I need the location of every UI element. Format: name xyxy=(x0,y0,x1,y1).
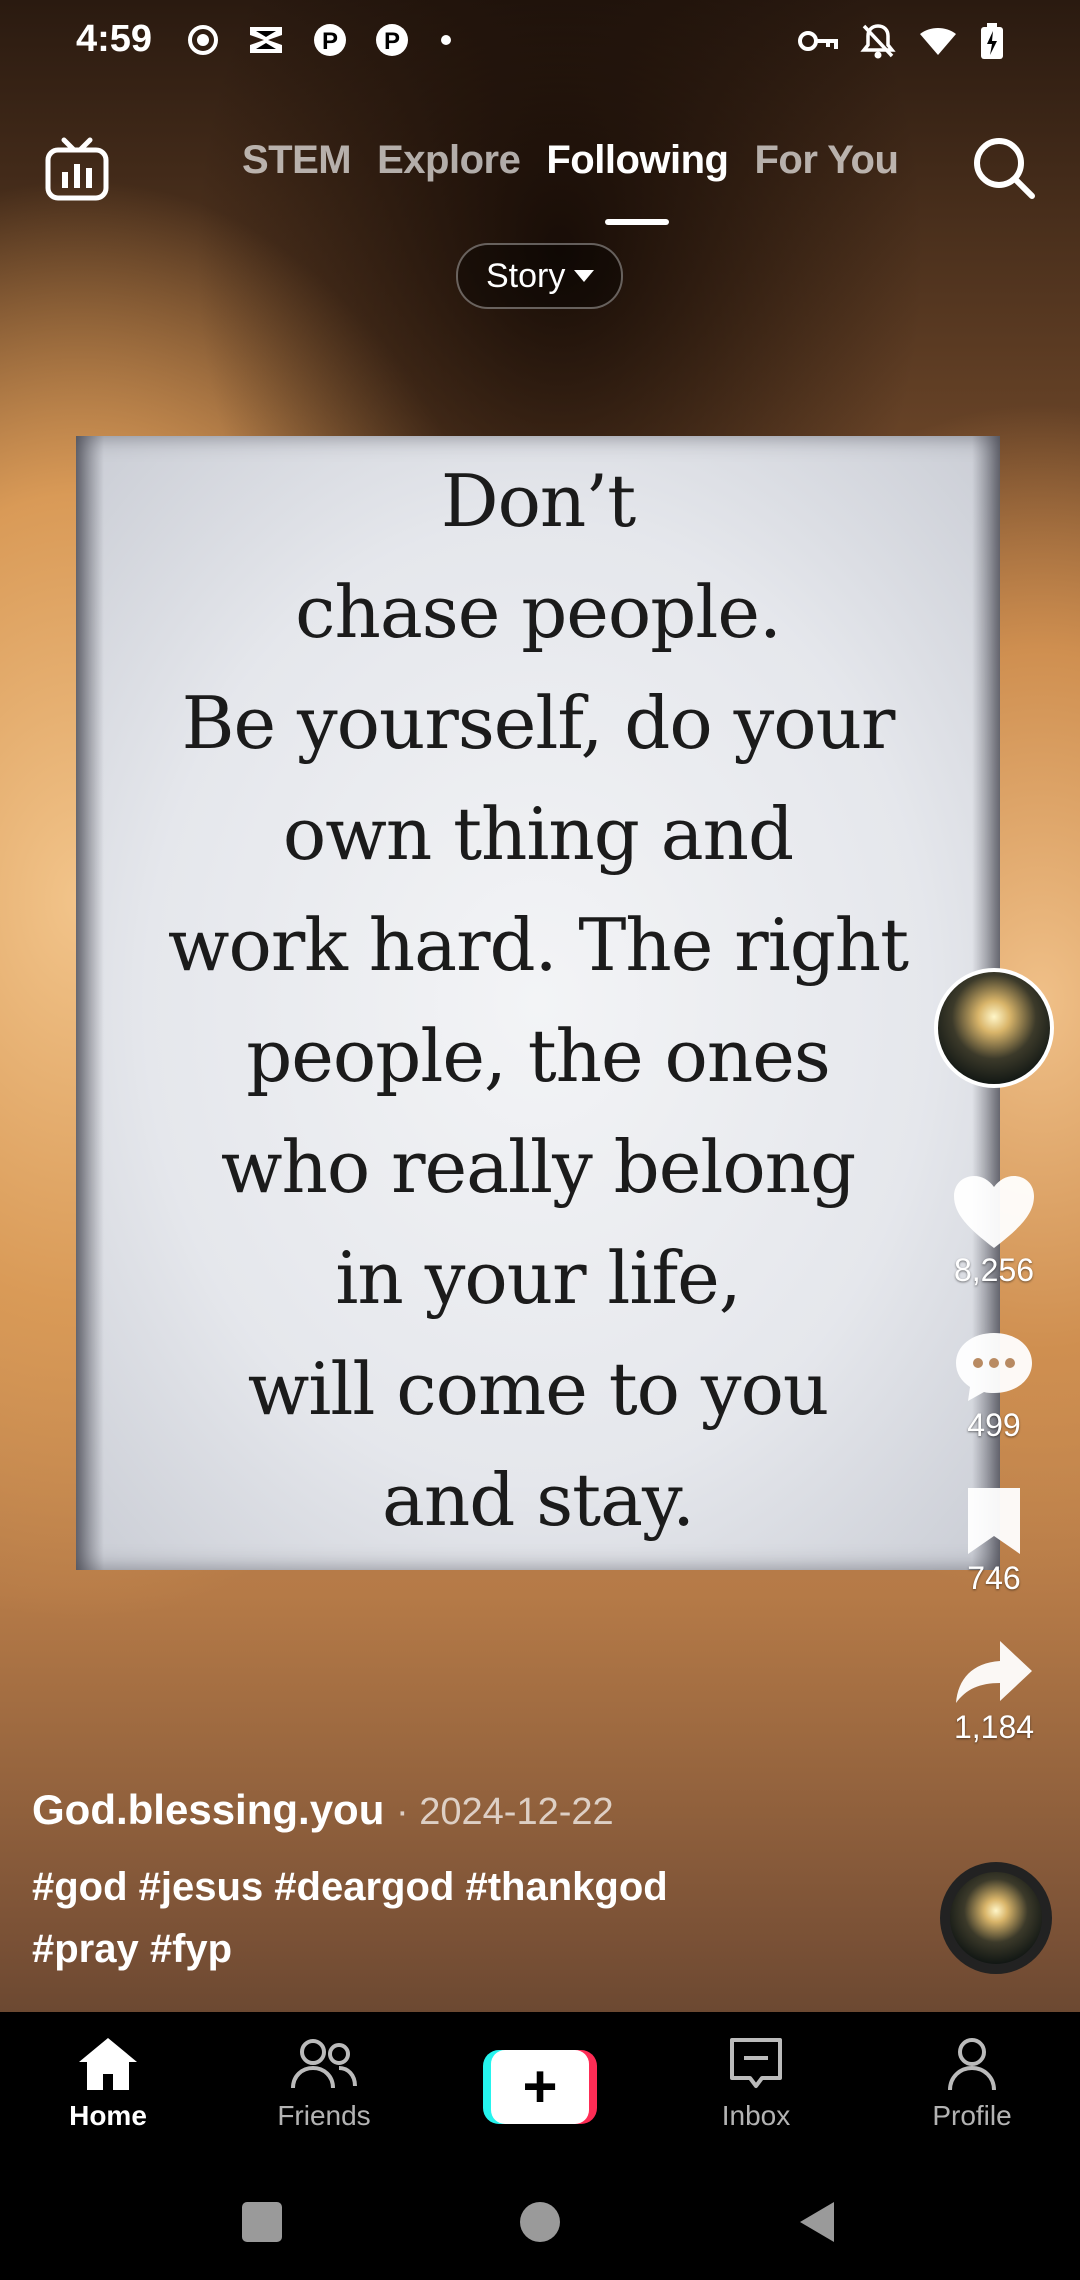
post-date: · 2024-12-22 xyxy=(396,1791,614,1833)
plus-icon: + xyxy=(491,2050,589,2124)
top-navigation: STEM Explore Following For You xyxy=(0,130,1080,220)
creator-avatar[interactable] xyxy=(934,968,1054,1088)
tab-following[interactable]: Following xyxy=(546,138,729,183)
feed-tabs: STEM Explore Following For You xyxy=(242,138,899,183)
dot-icon xyxy=(436,30,456,55)
live-tv-button[interactable] xyxy=(42,134,112,204)
status-bar: 4:59 P P xyxy=(0,0,1080,90)
inbox-icon xyxy=(730,2038,782,2088)
share-button[interactable]: 1,184 xyxy=(954,1637,1034,1746)
quote-text: Don’t chase people. Be yourself, do your… xyxy=(167,459,909,1542)
back-button[interactable] xyxy=(796,2200,836,2249)
recents-icon xyxy=(242,2202,282,2242)
tab-stem[interactable]: STEM xyxy=(242,138,352,183)
tab-explore[interactable]: Explore xyxy=(377,138,521,183)
profile-icon xyxy=(948,2038,996,2091)
friends-icon xyxy=(291,2039,357,2089)
wifi-icon xyxy=(918,25,958,62)
chevron-down-icon xyxy=(574,270,595,282)
nav-friends-label: Friends xyxy=(277,2100,371,2131)
bookmark-icon xyxy=(968,1488,1020,1554)
author-line: God.blessing.you · 2024-12-22 xyxy=(32,1786,732,1834)
nav-friends[interactable]: Friends xyxy=(216,2012,432,2162)
record-icon xyxy=(186,23,220,62)
story-filter-label: Story xyxy=(486,256,566,295)
svg-text:P: P xyxy=(322,28,338,55)
nav-create[interactable]: + xyxy=(432,2012,648,2162)
like-count: 8,256 xyxy=(953,1252,1035,1288)
nav-home-label: Home xyxy=(69,2100,147,2131)
create-button[interactable]: + xyxy=(483,2050,597,2124)
pinterest-icon: P xyxy=(312,22,348,63)
bottom-navigation: Home Friends + Inbox Profile xyxy=(0,2012,1080,2162)
action-rail: 8,256 499 746 1,184 xyxy=(934,968,1054,1746)
music-disc[interactable] xyxy=(940,1862,1052,1974)
author-name[interactable]: God.blessing.you xyxy=(32,1786,384,1833)
live-tv-icon xyxy=(45,137,109,201)
heart-icon xyxy=(954,1176,1034,1248)
comment-button[interactable]: 499 xyxy=(952,1329,1036,1444)
nav-profile[interactable]: Profile xyxy=(864,2012,1080,2162)
search-icon xyxy=(974,138,1035,199)
search-button[interactable] xyxy=(970,134,1038,202)
recents-button[interactable] xyxy=(240,2200,284,2249)
screen: 4:59 P P STEM Explore Following For You … xyxy=(0,0,1080,2280)
svg-text:P: P xyxy=(384,28,400,55)
home-icon xyxy=(79,2038,137,2090)
hashtags[interactable]: #god #jesus #deargod #thankgod #pray #fy… xyxy=(32,1856,752,1980)
story-filter-dropdown[interactable]: Story xyxy=(456,243,624,309)
like-button[interactable]: 8,256 xyxy=(952,1174,1036,1289)
status-time: 4:59 xyxy=(76,18,153,60)
video-quote-card[interactable]: Don’t chase people. Be yourself, do your… xyxy=(76,436,1000,1570)
status-left-icons: P P xyxy=(186,22,456,63)
tab-for-you[interactable]: For You xyxy=(754,138,898,183)
battery-charging-icon xyxy=(980,22,1004,65)
home-system-button[interactable] xyxy=(518,2200,562,2249)
save-button[interactable]: 746 xyxy=(962,1484,1026,1597)
status-right-icons xyxy=(798,22,1004,65)
nav-inbox[interactable]: Inbox xyxy=(648,2012,864,2162)
comment-count: 499 xyxy=(967,1407,1021,1443)
back-triangle-icon xyxy=(800,2202,834,2242)
save-count: 746 xyxy=(967,1560,1021,1596)
vpn-key-icon xyxy=(798,26,838,61)
share-arrow-icon xyxy=(955,1641,1032,1703)
nav-inbox-label: Inbox xyxy=(721,2100,791,2131)
nav-profile-label: Profile xyxy=(932,2100,1012,2131)
circle-home-icon xyxy=(520,2202,560,2242)
nav-home[interactable]: Home xyxy=(0,2012,216,2162)
video-caption: God.blessing.you · 2024-12-22 #god #jesu… xyxy=(32,1786,732,1980)
capcut-icon xyxy=(246,23,286,62)
pinterest-icon: P xyxy=(374,22,410,63)
comment-icon xyxy=(956,1333,1032,1401)
system-navigation xyxy=(0,2162,1080,2280)
share-count: 1,184 xyxy=(953,1709,1035,1745)
notifications-off-icon xyxy=(860,22,896,65)
